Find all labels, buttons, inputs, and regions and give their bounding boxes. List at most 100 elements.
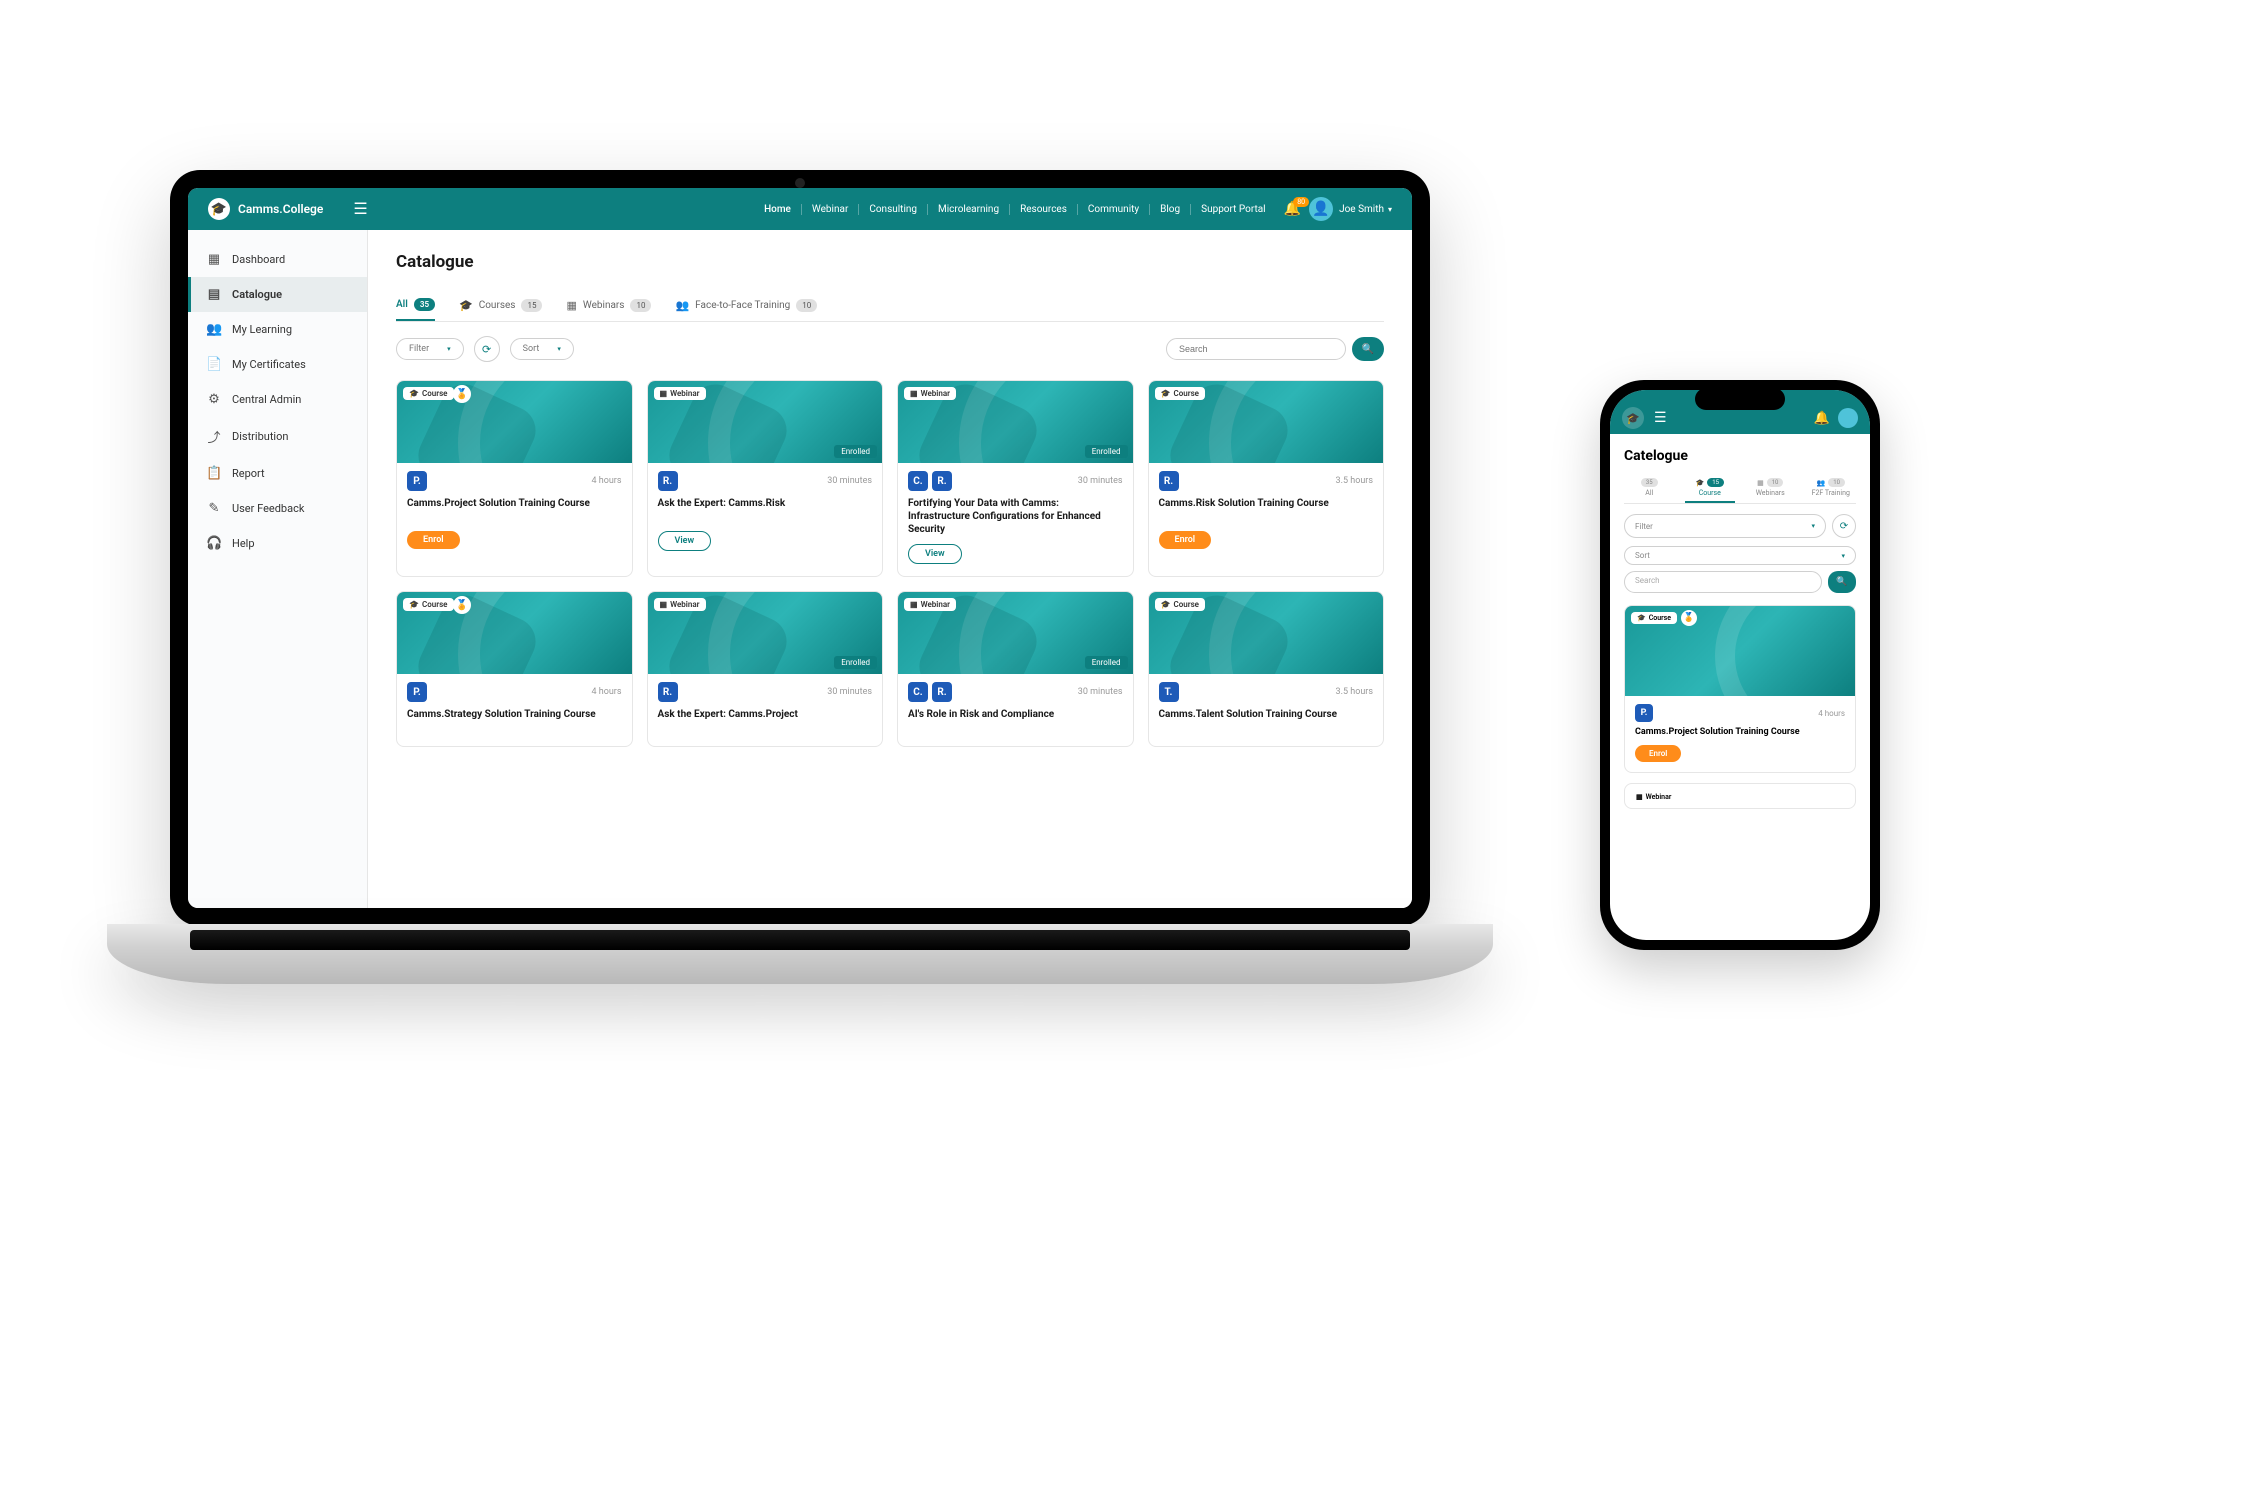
card-body: R.30 minutesAsk the Expert: Camms.Projec… xyxy=(648,674,883,746)
tab-label: All xyxy=(1645,489,1653,497)
phone-course-card[interactable]: 🎓Course 🏅 P. 4 hours Camms.Project Solut… xyxy=(1624,605,1856,773)
phone-type-chip: 🎓Course xyxy=(1631,612,1677,624)
phone-refresh-button[interactable]: ⟳ xyxy=(1832,514,1856,538)
sort-dropdown[interactable]: Sort▾ xyxy=(510,338,574,360)
tab-count: 10 xyxy=(1767,478,1784,487)
enrol-button[interactable]: Enrol xyxy=(407,531,460,549)
menu-toggle-icon[interactable]: ☰ xyxy=(353,201,367,217)
nav-item-support-portal[interactable]: Support Portal xyxy=(1190,204,1276,215)
chevron-down-icon: ▾ xyxy=(1841,552,1845,560)
catalogue-card[interactable]: 🎓Course🏅P.4 hoursCamms.Project Solution … xyxy=(396,380,633,577)
phone-tab-course[interactable]: 🎓15Course xyxy=(1685,474,1736,503)
phone-logo-icon[interactable]: 🎓 xyxy=(1622,407,1644,429)
card-meta: C.R.30 minutes xyxy=(908,471,1123,491)
tab-label: Webinars xyxy=(1756,489,1785,497)
app-header: 🎓 Camms.College ☰ HomeWebinarConsultingM… xyxy=(188,188,1412,230)
catalogue-icon: ▤ xyxy=(206,287,222,302)
card-duration: 30 minutes xyxy=(1078,476,1123,486)
sidebar-item-help[interactable]: 🎧Help xyxy=(188,526,367,561)
tab-count: 10 xyxy=(1828,478,1845,487)
enrolled-badge: Enrolled xyxy=(834,445,877,458)
tab-all[interactable]: All35 xyxy=(396,290,435,321)
search-input[interactable] xyxy=(1166,338,1346,360)
tab-label: Course xyxy=(1699,489,1721,497)
nav-item-microlearning[interactable]: Microlearning xyxy=(927,204,1009,215)
sidebar-item-report[interactable]: 📋Report xyxy=(188,456,367,491)
nav-item-blog[interactable]: Blog xyxy=(1149,204,1190,215)
tab-face-to-face-training[interactable]: 👥Face-to-Face Training10 xyxy=(675,290,817,321)
phone-tab-all[interactable]: 35All xyxy=(1624,474,1675,503)
grad-cap-icon: 🎓 xyxy=(409,600,419,609)
sidebar-item-catalogue[interactable]: ▤Catalogue xyxy=(188,277,367,312)
product-tags: C.R. xyxy=(908,682,952,702)
toolbar: Filter▾ ⟳ Sort▾ 🔍 xyxy=(396,336,1384,362)
nav-item-resources[interactable]: Resources xyxy=(1009,204,1077,215)
type-chip: 🎓Course xyxy=(1155,598,1206,611)
type-chip: ▦Webinar xyxy=(654,387,706,400)
tab-icon: 👥 xyxy=(675,299,689,312)
phone-tab-webinars[interactable]: ▦10Webinars xyxy=(1745,474,1796,503)
user-name[interactable]: Joe Smith xyxy=(1339,204,1384,215)
chevron-down-icon[interactable]: ▾ xyxy=(1388,205,1392,214)
search-button[interactable]: 🔍 xyxy=(1352,337,1384,361)
phone-enrol-button[interactable]: Enrol xyxy=(1635,745,1681,762)
phone-notification-bell-icon[interactable]: 🔔 xyxy=(1814,411,1830,426)
notification-bell-icon[interactable]: 🔔80 xyxy=(1284,201,1301,217)
search-wrap: 🔍 xyxy=(1166,337,1384,361)
card-body: C.R.30 minutesAI's Role in Risk and Comp… xyxy=(898,674,1133,746)
phone-tab-f2f-training[interactable]: 👥10F2F Training xyxy=(1806,474,1857,503)
enrol-button[interactable]: Enrol xyxy=(1159,531,1212,549)
catalogue-card[interactable]: 🎓CourseT.3.5 hoursCamms.Talent Solution … xyxy=(1148,591,1385,747)
nav-item-consulting[interactable]: Consulting xyxy=(858,204,927,215)
phone-avatar-icon[interactable] xyxy=(1838,408,1858,428)
view-button[interactable]: View xyxy=(658,531,712,551)
catalogue-card[interactable]: ▦WebinarEnrolledC.R.30 minutesAI's Role … xyxy=(897,591,1134,747)
user-avatar-icon[interactable]: 👤 xyxy=(1309,197,1333,221)
sidebar-item-my-learning[interactable]: 👥My Learning xyxy=(188,312,367,347)
phone-menu-toggle-icon[interactable]: ☰ xyxy=(1654,410,1667,426)
card-body: R.30 minutesAsk the Expert: Camms.RiskVi… xyxy=(648,463,883,563)
type-chip: ▦Webinar xyxy=(904,598,956,611)
product-tags: R. xyxy=(658,682,678,702)
laptop-camera xyxy=(795,178,805,188)
phone-filter-dropdown[interactable]: Filter▾ xyxy=(1624,514,1826,538)
refresh-button[interactable]: ⟳ xyxy=(474,336,500,362)
catalogue-card[interactable]: ▦WebinarEnrolledR.30 minutesAsk the Expe… xyxy=(647,591,884,747)
sidebar-item-distribution[interactable]: ⤴Distribution xyxy=(188,417,367,456)
card-image: 🎓Course xyxy=(1149,592,1384,674)
card-meta: P.4 hours xyxy=(407,471,622,491)
phone-search-button[interactable]: 🔍 xyxy=(1828,571,1856,593)
tab-count: 15 xyxy=(521,299,542,312)
card-image: ▦WebinarEnrolled xyxy=(648,592,883,674)
search-icon: 🔍 xyxy=(1836,577,1847,587)
catalogue-card[interactable]: ▦WebinarEnrolledC.R.30 minutesFortifying… xyxy=(897,380,1134,577)
card-body: P.4 hoursCamms.Project Solution Training… xyxy=(397,463,632,561)
nav-item-home[interactable]: Home xyxy=(754,204,801,215)
phone-card-title: Camms.Project Solution Training Course xyxy=(1635,727,1845,739)
dist-icon: ⤴ xyxy=(206,427,222,446)
phone-search-input[interactable]: Search xyxy=(1624,571,1822,593)
brand-logo[interactable]: 🎓 Camms.College xyxy=(208,198,323,220)
catalogue-grid: 🎓Course 🏅 P.4 hoursCamms.Project Solution … xyxy=(396,380,1384,747)
catalogue-card[interactable]: 🎓CourseR.3.5 hoursCamms.Risk Solution Tr… xyxy=(1148,380,1385,577)
product-tag: P. xyxy=(1635,704,1653,722)
sidebar-item-my-certificates[interactable]: 📄My Certificates xyxy=(188,347,367,382)
phone-app-window: 🎓 ☰ 🔔 Catelogue 35All🎓15Course▦10Webinar… xyxy=(1610,390,1870,940)
type-chip: ▦Webinar xyxy=(654,598,706,611)
nav-item-webinar[interactable]: Webinar xyxy=(801,204,858,215)
phone-next-card-peek[interactable]: ▦Webinar xyxy=(1624,783,1856,809)
medal-icon: 🏅 xyxy=(453,385,471,403)
sidebar-item-dashboard[interactable]: ▦Dashboard xyxy=(188,242,367,277)
phone-sort-dropdown[interactable]: Sort▾ xyxy=(1624,546,1856,565)
catalogue-card[interactable]: ▦Webinar Enrolled R.30 minutesAsk the Expe… xyxy=(647,380,884,577)
catalogue-card[interactable]: 🎓Course🏅P.4 hoursCamms.Strategy Solution… xyxy=(396,591,633,747)
tab-courses[interactable]: 🎓Courses15 xyxy=(459,290,542,321)
filter-dropdown[interactable]: Filter▾ xyxy=(396,338,464,360)
sidebar-item-user-feedback[interactable]: ✎User Feedback xyxy=(188,491,367,526)
chevron-down-icon: ▾ xyxy=(557,345,561,353)
sidebar-item-central-admin[interactable]: ⚙Central Admin xyxy=(188,382,367,417)
nav-item-community[interactable]: Community xyxy=(1077,204,1149,215)
view-button[interactable]: View xyxy=(908,544,962,564)
tab-webinars[interactable]: ▦Webinars10 xyxy=(566,290,651,321)
card-image: 🎓Course xyxy=(1149,381,1384,463)
